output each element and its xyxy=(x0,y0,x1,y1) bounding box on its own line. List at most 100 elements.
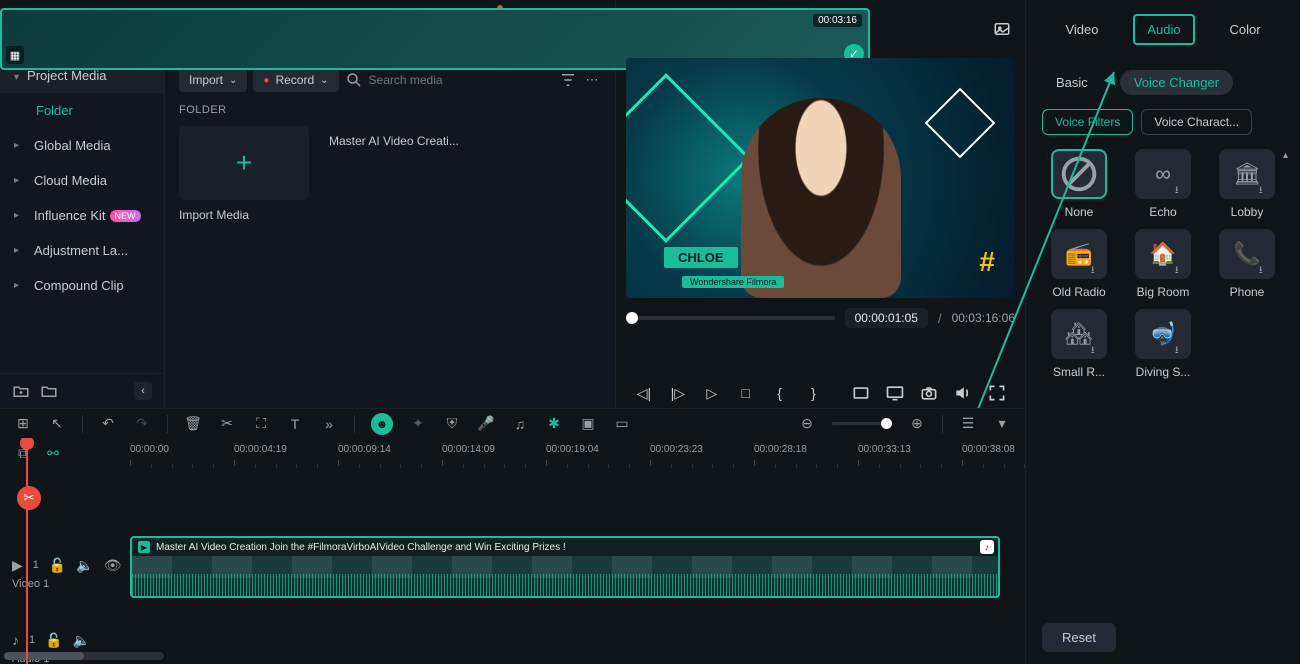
chip-voice-filters[interactable]: Voice Filters xyxy=(1042,109,1133,135)
folder-icon[interactable] xyxy=(40,382,58,400)
collapse-caret-icon[interactable]: ▴ xyxy=(1283,150,1288,161)
filter-icon[interactable] xyxy=(559,71,577,89)
ai-icon[interactable]: ☻ xyxy=(371,413,393,435)
prev-frame-icon[interactable]: ◁| xyxy=(634,383,654,403)
zoom-out-icon[interactable]: ⊖ xyxy=(798,415,816,433)
voice-diving[interactable]: 🤿⭳Diving S... xyxy=(1126,309,1200,379)
play-icon[interactable]: ▷ xyxy=(702,383,722,403)
subtab-basic[interactable]: Basic xyxy=(1042,70,1102,95)
mic-icon[interactable]: 🎤 xyxy=(477,415,495,433)
video-clip[interactable]: ▶ Master AI Video Creation Join the #Fil… xyxy=(130,536,1000,598)
plus-icon: + xyxy=(236,147,252,179)
delete-icon[interactable]: 🗑 xyxy=(184,415,202,433)
next-frame-icon[interactable]: |▷ xyxy=(668,383,688,403)
volume-icon[interactable] xyxy=(953,383,973,403)
collapse-sidebar-icon[interactable]: ‹ xyxy=(134,382,152,400)
zoom-slider[interactable] xyxy=(832,422,892,425)
redo-icon[interactable]: ↷ xyxy=(133,415,151,433)
settings-icon[interactable]: ▾ xyxy=(993,415,1011,433)
timeline-ruler[interactable]: 00:00:0000:00:04:1900:00:09:1400:00:14:0… xyxy=(130,438,1025,468)
new-folder-icon[interactable] xyxy=(12,382,30,400)
voice-phone[interactable]: 📞⭳Phone xyxy=(1210,229,1284,299)
neon-diamond-decoration xyxy=(626,73,751,243)
filmstrip-icon: ▦ xyxy=(6,46,24,64)
zoom-in-icon[interactable]: ⊕ xyxy=(908,415,926,433)
inspector-tab-color[interactable]: Color xyxy=(1217,16,1272,43)
sidebar-item-cloud-media[interactable]: ▸Cloud Media xyxy=(0,163,164,198)
voice-old-radio[interactable]: 📻⭳Old Radio xyxy=(1042,229,1116,299)
cut-marker[interactable]: ✂ xyxy=(17,486,41,510)
subtab-voice-changer[interactable]: Voice Changer xyxy=(1120,70,1233,95)
horizontal-scrollbar[interactable] xyxy=(4,652,164,660)
player-scrubber: 00:00:01:05 / 00:03:16:06 xyxy=(626,308,1015,328)
inspector-tab-audio[interactable]: Audio xyxy=(1133,14,1194,45)
player-panel: # CHLOE Wondershare Filmora 00:00:01:05 … xyxy=(615,58,1025,378)
more-icon[interactable]: ⋯ xyxy=(583,71,601,89)
zoom-thumb[interactable] xyxy=(881,418,892,429)
scrub-track[interactable] xyxy=(626,316,835,320)
reset-button[interactable]: Reset xyxy=(1042,623,1116,652)
mark-out-icon[interactable]: } xyxy=(804,383,824,403)
import-media-card[interactable]: + Import Media xyxy=(179,126,309,222)
mute-icon[interactable]: 🔈 xyxy=(76,557,93,574)
voice-label: Big Room xyxy=(1137,285,1190,299)
video-track[interactable]: ▶ Master AI Video Creation Join the #Fil… xyxy=(130,528,1025,618)
mark-in-icon[interactable]: { xyxy=(770,383,790,403)
undo-icon[interactable]: ↶ xyxy=(99,415,117,433)
sidebar-item-influence-kit[interactable]: ▸Influence KitNEW xyxy=(0,198,164,233)
snapshot-icon[interactable] xyxy=(993,20,1011,38)
scrollbar-thumb[interactable] xyxy=(4,652,84,660)
sidebar-item-adjustment-layer[interactable]: ▸Adjustment La... xyxy=(0,233,164,268)
record-dot-icon: ● xyxy=(263,75,269,86)
visibility-icon[interactable]: 👁 xyxy=(104,557,122,574)
clip-play-icon: ▶ xyxy=(138,541,150,553)
overlap-icon[interactable]: ▣ xyxy=(579,415,597,433)
more-tools-icon[interactable]: » xyxy=(320,415,338,433)
link-icon[interactable]: ⚯ xyxy=(44,444,62,462)
music-icon[interactable]: ♫ xyxy=(511,415,529,433)
mute-icon[interactable]: 🔈 xyxy=(73,632,90,649)
aspect-icon[interactable] xyxy=(851,383,871,403)
sidebar-item-global-media[interactable]: ▸Global Media xyxy=(0,128,164,163)
import-dropdown[interactable]: Import⌄ xyxy=(179,68,247,92)
sidebar-item-compound-clip[interactable]: ▸Compound Clip xyxy=(0,268,164,303)
shield-icon[interactable]: ⛨ xyxy=(443,415,461,433)
lock-icon[interactable]: 🔓 xyxy=(45,632,62,649)
voice-none[interactable]: None xyxy=(1042,149,1116,219)
lobby-icon: 🏛⭳ xyxy=(1219,149,1275,199)
lock-icon[interactable]: 🔓 xyxy=(49,557,66,574)
crop-icon[interactable]: ⛶ xyxy=(252,415,270,433)
voice-echo[interactable]: ∞⭳Echo xyxy=(1126,149,1200,219)
import-media-thumb[interactable]: + xyxy=(179,126,309,200)
camera-icon[interactable] xyxy=(919,383,939,403)
cut-icon[interactable]: ✂ xyxy=(218,415,236,433)
media-clip-card[interactable]: 00:03:16 ▦ ✓ Master AI Video Creati... xyxy=(329,126,459,222)
display-icon[interactable] xyxy=(885,383,905,403)
inspector-tab-video[interactable]: Video xyxy=(1053,16,1110,43)
sparkle-icon[interactable]: ✦ xyxy=(409,415,427,433)
voice-lobby[interactable]: 🏛⭳Lobby xyxy=(1210,149,1284,219)
sidebar-label: Cloud Media xyxy=(34,173,107,188)
grid-icon[interactable]: ⊞ xyxy=(14,415,32,433)
fullscreen-icon[interactable] xyxy=(987,383,1007,403)
video-preview[interactable]: # CHLOE Wondershare Filmora xyxy=(626,58,1015,298)
inspector-panel: Basic Voice Changer Voice Filters Voice … xyxy=(1025,58,1300,664)
ratio-icon[interactable]: ▭ xyxy=(613,415,631,433)
chip-voice-character[interactable]: Voice Charact... xyxy=(1141,109,1252,135)
ruler-tick: 00:00:14:09 xyxy=(442,444,495,455)
voice-small-room[interactable]: 🏘⭳Small R... xyxy=(1042,309,1116,379)
voice-big-room[interactable]: 🏠⭳Big Room xyxy=(1126,229,1200,299)
marker-snap-icon[interactable]: ✱ xyxy=(545,415,563,433)
playhead[interactable] xyxy=(26,438,28,664)
record-dropdown[interactable]: ●Record⌄ xyxy=(253,68,338,92)
sidebar-item-folder[interactable]: Folder xyxy=(0,93,164,128)
mixer-icon[interactable]: ☰ xyxy=(959,415,977,433)
audio-track[interactable] xyxy=(130,618,1025,664)
ruler-tick: 00:00:33:13 xyxy=(858,444,911,455)
search-input[interactable] xyxy=(369,69,489,91)
text-icon[interactable]: T xyxy=(286,415,304,433)
stop-icon[interactable]: □ xyxy=(736,383,756,403)
scrub-thumb[interactable] xyxy=(626,312,638,324)
voice-label: None xyxy=(1065,205,1094,219)
pointer-icon[interactable]: ↖ xyxy=(48,415,66,433)
